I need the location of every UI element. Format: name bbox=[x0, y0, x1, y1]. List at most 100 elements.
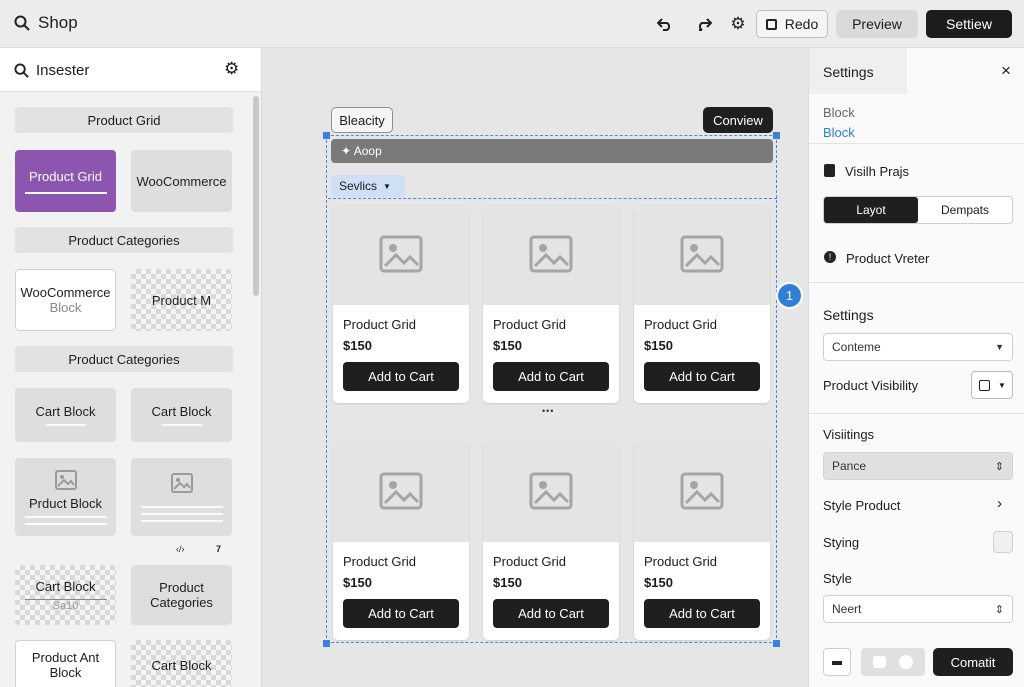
product-price: $150 bbox=[644, 575, 673, 590]
add-to-cart-button[interactable]: Add to Cart bbox=[644, 362, 760, 391]
product-card[interactable]: Product Grid $150 Add to Cart bbox=[634, 442, 770, 640]
redo-icon[interactable] bbox=[694, 14, 714, 34]
block-link[interactable]: Block bbox=[823, 125, 855, 140]
close-icon[interactable]: × bbox=[1001, 61, 1011, 81]
product-card[interactable]: Product Grid $150 Add to Cart bbox=[333, 442, 469, 640]
tile-product-m[interactable]: Product M bbox=[131, 269, 232, 331]
updown-icon: ⇕ bbox=[994, 603, 1004, 616]
resize-handle[interactable] bbox=[323, 640, 330, 647]
tile-woocommerce-block[interactable]: WooCommerce Block bbox=[15, 269, 116, 331]
settings-button[interactable]: Settiew bbox=[926, 10, 1012, 38]
resize-handle[interactable] bbox=[773, 640, 780, 647]
add-to-cart-button[interactable]: Add to Cart bbox=[343, 362, 459, 391]
gear-icon[interactable]: ⚙ bbox=[224, 59, 239, 79]
product-card[interactable]: Product Grid $150 Add to Cart bbox=[483, 442, 619, 640]
clipboard-icon bbox=[824, 164, 835, 177]
tile-image-block[interactable] bbox=[131, 458, 232, 536]
add-to-cart-button[interactable]: Add to Cart bbox=[343, 599, 459, 628]
more-icon[interactable]: ••• bbox=[542, 406, 554, 416]
tile-prduct-block[interactable]: Prduct Block bbox=[15, 458, 116, 536]
tile-label: Cart Block bbox=[151, 657, 212, 673]
product-name[interactable]: Product Grid bbox=[493, 317, 566, 332]
tile-cart-block-4[interactable]: Cart Block bbox=[131, 640, 232, 687]
product-price: $150 bbox=[493, 338, 522, 353]
conview-button[interactable]: Conview bbox=[703, 107, 773, 133]
product-price: $150 bbox=[493, 575, 522, 590]
bleacity-button[interactable]: Bleacity bbox=[331, 107, 393, 133]
neert-select[interactable]: Neert ⇕ bbox=[823, 595, 1013, 623]
product-name[interactable]: Product Grid bbox=[644, 317, 717, 332]
product-image-placeholder bbox=[333, 442, 469, 542]
style-toggle-group[interactable] bbox=[861, 648, 925, 676]
product-image-placeholder bbox=[483, 205, 619, 305]
resize-handle[interactable] bbox=[323, 132, 330, 139]
style-label: Style bbox=[823, 571, 852, 586]
inserter-scrollbar[interactable] bbox=[253, 96, 259, 296]
style-product-label[interactable]: Style Product bbox=[823, 498, 900, 513]
tile-cart-block[interactable]: Cart Block bbox=[15, 388, 116, 442]
search-icon[interactable] bbox=[14, 63, 29, 81]
tile-cart-block-2[interactable]: Cart Block bbox=[131, 388, 232, 442]
product-price: $150 bbox=[343, 575, 372, 590]
category-product-grid[interactable]: Product Grid bbox=[15, 107, 233, 133]
services-dropdown[interactable]: Sevlics ▼ bbox=[331, 175, 405, 197]
compatit-button[interactable]: Comatit bbox=[933, 648, 1013, 676]
tab-dempats[interactable]: Dempats bbox=[918, 197, 1012, 223]
product-name[interactable]: Product Grid bbox=[343, 317, 416, 332]
add-to-cart-button[interactable]: Add to Cart bbox=[493, 599, 609, 628]
product-name[interactable]: Product Grid bbox=[343, 554, 416, 569]
add-to-cart-button[interactable]: Add to Cart bbox=[644, 599, 760, 628]
divider bbox=[140, 512, 223, 515]
tile-product-grid[interactable]: Product Grid bbox=[15, 150, 116, 212]
tile-product-ant-block[interactable]: Product Ant Block bbox=[15, 640, 116, 687]
image-icon bbox=[379, 472, 423, 513]
stying-toggle[interactable] bbox=[993, 531, 1013, 553]
chevron-right-icon[interactable]: › bbox=[997, 495, 1002, 512]
product-card[interactable]: Product Grid $150 Add to Cart bbox=[333, 205, 469, 403]
category-product-categories-2[interactable]: Product Categories bbox=[15, 346, 233, 372]
inserter-panel: Insester ⚙ Product Grid Product Grid Woo… bbox=[0, 48, 262, 687]
mini-icon[interactable]: 7 bbox=[216, 544, 221, 554]
product-vreter-label[interactable]: Product Vreter bbox=[846, 251, 929, 266]
code-icon[interactable]: ‹/› bbox=[176, 544, 185, 554]
product-card[interactable]: Product Grid $150 Add to Cart bbox=[634, 205, 770, 403]
image-icon bbox=[680, 472, 724, 513]
product-image-placeholder bbox=[333, 205, 469, 305]
conteme-select[interactable]: Conteme ▼ bbox=[823, 333, 1013, 361]
product-card[interactable]: Product Grid $150 Add to Cart bbox=[483, 205, 619, 403]
loop-block-bar[interactable]: ✦ Aoop bbox=[331, 139, 773, 163]
chevron-down-icon: ▼ bbox=[995, 342, 1004, 352]
settings-tab[interactable]: Settings bbox=[809, 48, 907, 94]
tile-cart-block-3[interactable]: Cart Block Sa10 bbox=[15, 565, 116, 625]
divider bbox=[45, 424, 86, 426]
settings-panel: Settings × Block Block Visilh Prajs Layo… bbox=[808, 48, 1024, 687]
resize-handle[interactable] bbox=[773, 132, 780, 139]
tile-woocommerce[interactable]: WooCommerce bbox=[131, 150, 232, 212]
tab-layout[interactable]: Layot bbox=[824, 197, 918, 223]
image-icon bbox=[170, 472, 193, 496]
gear-icon[interactable]: ⚙ bbox=[728, 14, 748, 34]
category-product-categories[interactable]: Product Categories bbox=[15, 227, 233, 253]
redo-button[interactable]: Redo bbox=[756, 10, 828, 38]
image-icon bbox=[54, 469, 77, 493]
divider bbox=[809, 282, 1024, 283]
search-icon[interactable] bbox=[14, 15, 30, 34]
product-name[interactable]: Product Grid bbox=[493, 554, 566, 569]
undo-icon[interactable] bbox=[655, 14, 675, 34]
tile-label: Cart Block bbox=[35, 578, 96, 594]
redo-label: Redo bbox=[784, 16, 819, 32]
tile-product-categories[interactable]: Product Categories bbox=[131, 565, 232, 625]
visibility-dropdown[interactable]: ▼ bbox=[971, 371, 1013, 399]
divider bbox=[161, 424, 202, 426]
product-name[interactable]: Product Grid bbox=[644, 554, 717, 569]
tile-label: Product M bbox=[151, 292, 212, 308]
top-bar: Shop ⚙ Redo Preview Settiew bbox=[0, 0, 1024, 48]
step-badge[interactable]: 1 bbox=[776, 282, 803, 309]
stying-label: Stying bbox=[823, 535, 860, 550]
align-button[interactable] bbox=[823, 648, 851, 676]
preview-button[interactable]: Preview bbox=[836, 10, 918, 38]
product-image-placeholder bbox=[634, 442, 770, 542]
add-to-cart-button[interactable]: Add to Cart bbox=[493, 362, 609, 391]
pance-select[interactable]: Pance ⇕ bbox=[823, 452, 1013, 480]
tile-label: Product Grid bbox=[29, 168, 102, 184]
